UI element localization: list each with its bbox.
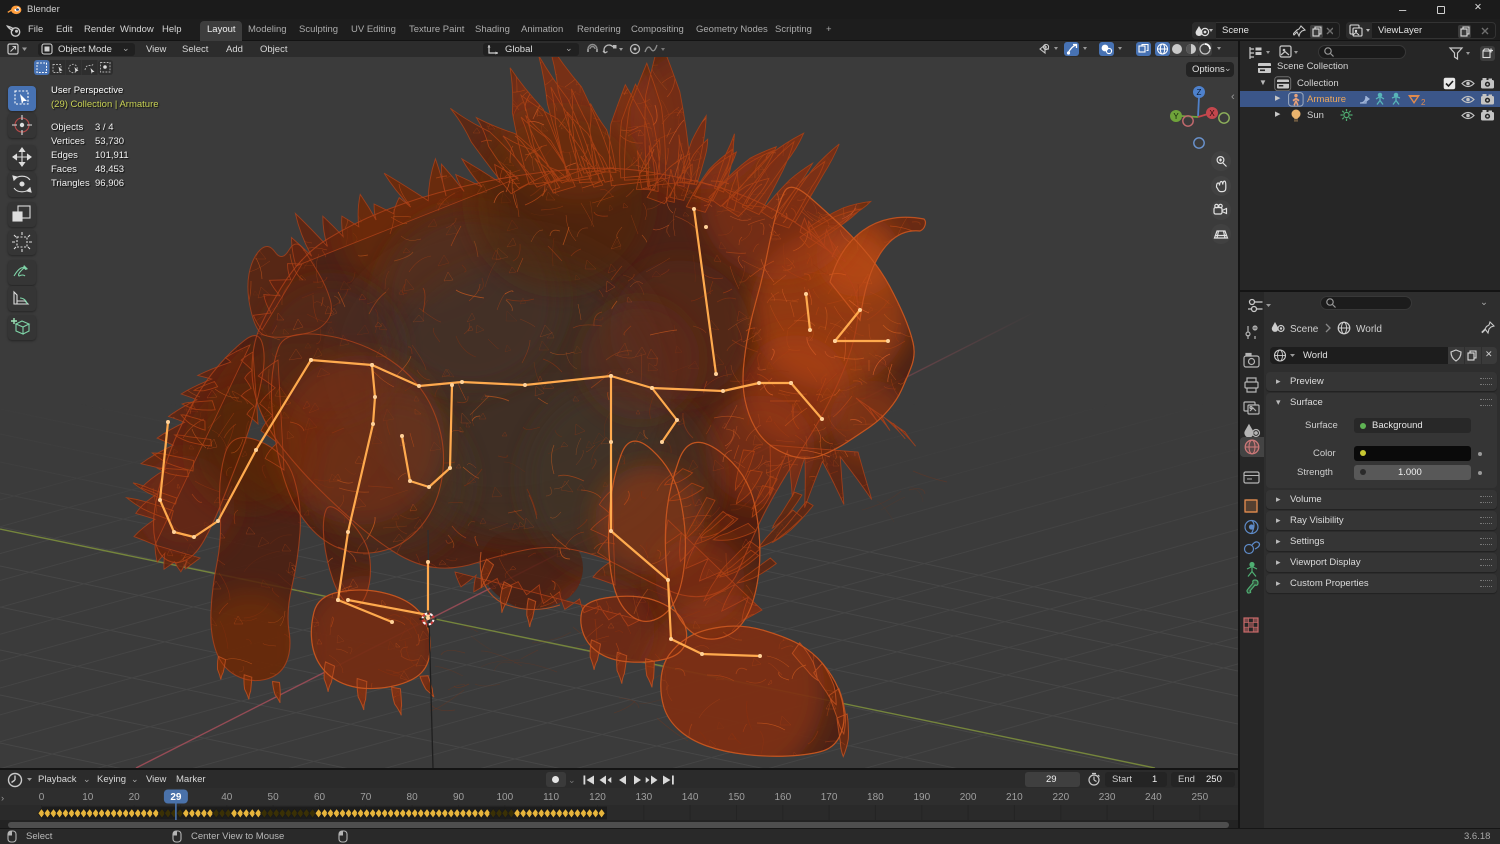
- svg-text:10: 10: [82, 792, 94, 803]
- svg-text:Y: Y: [1173, 112, 1179, 121]
- svg-text:150: 150: [728, 792, 745, 803]
- svg-text:60: 60: [314, 792, 326, 803]
- svg-text:140: 140: [682, 792, 699, 803]
- svg-text:70: 70: [360, 792, 372, 803]
- svg-text:0: 0: [39, 792, 45, 803]
- svg-text:180: 180: [867, 792, 884, 803]
- svg-text:20: 20: [129, 792, 141, 803]
- svg-text:40: 40: [221, 792, 233, 803]
- svg-text:Scene: Scene: [1290, 324, 1319, 335]
- svg-text:200: 200: [960, 792, 977, 803]
- svg-text:90: 90: [453, 792, 465, 803]
- svg-text:240: 240: [1145, 792, 1162, 803]
- svg-text:250: 250: [1191, 792, 1208, 803]
- svg-text:29: 29: [170, 792, 182, 803]
- svg-text:160: 160: [774, 792, 791, 803]
- svg-text:2: 2: [1421, 98, 1426, 106]
- svg-text:190: 190: [913, 792, 930, 803]
- svg-text:210: 210: [1006, 792, 1023, 803]
- svg-text:130: 130: [635, 792, 652, 803]
- svg-text:100: 100: [496, 792, 513, 803]
- svg-text:120: 120: [589, 792, 606, 803]
- svg-text:170: 170: [821, 792, 838, 803]
- svg-text:Z: Z: [1197, 88, 1202, 97]
- svg-text:220: 220: [1052, 792, 1069, 803]
- svg-text:World: World: [1356, 324, 1382, 335]
- svg-text:X: X: [1209, 109, 1215, 118]
- svg-text:50: 50: [268, 792, 280, 803]
- svg-text:80: 80: [407, 792, 419, 803]
- svg-text:230: 230: [1099, 792, 1116, 803]
- svg-text:110: 110: [543, 792, 559, 803]
